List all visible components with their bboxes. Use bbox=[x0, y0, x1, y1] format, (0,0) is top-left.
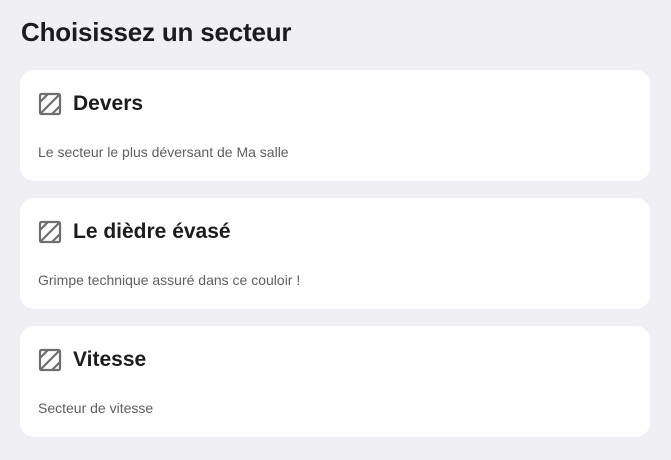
sector-list: Devers Le secteur le plus déversant de M… bbox=[20, 70, 650, 454]
sector-description: Grimpe technique assuré dans ce couloir … bbox=[38, 272, 301, 288]
sector-name: Devers bbox=[73, 92, 144, 115]
sector-description: Le secteur le plus déversant de Ma salle bbox=[38, 144, 289, 160]
hatched-square-icon bbox=[38, 348, 62, 372]
sector-card-devers[interactable]: Devers Le secteur le plus déversant de M… bbox=[20, 70, 650, 181]
sector-name: Le dièdre évasé bbox=[73, 220, 231, 243]
sector-card-header: Le dièdre évasé bbox=[38, 220, 231, 244]
sector-description: Secteur de vitesse bbox=[38, 400, 154, 416]
page-title: Choisissez un secteur bbox=[21, 17, 292, 47]
sector-selection-page: Choisissez un secteur Devers Le secteur … bbox=[0, 0, 671, 460]
sector-card-header: Vitesse bbox=[38, 348, 146, 372]
hatched-square-icon bbox=[38, 220, 62, 244]
sector-name: Vitesse bbox=[73, 348, 147, 371]
sector-card-header: Devers bbox=[38, 92, 143, 116]
sector-card-diedre-evase[interactable]: Le dièdre évasé Grimpe technique assuré … bbox=[20, 198, 650, 309]
sector-card-vitesse[interactable]: Vitesse Secteur de vitesse bbox=[20, 326, 650, 437]
hatched-square-icon bbox=[38, 92, 62, 116]
